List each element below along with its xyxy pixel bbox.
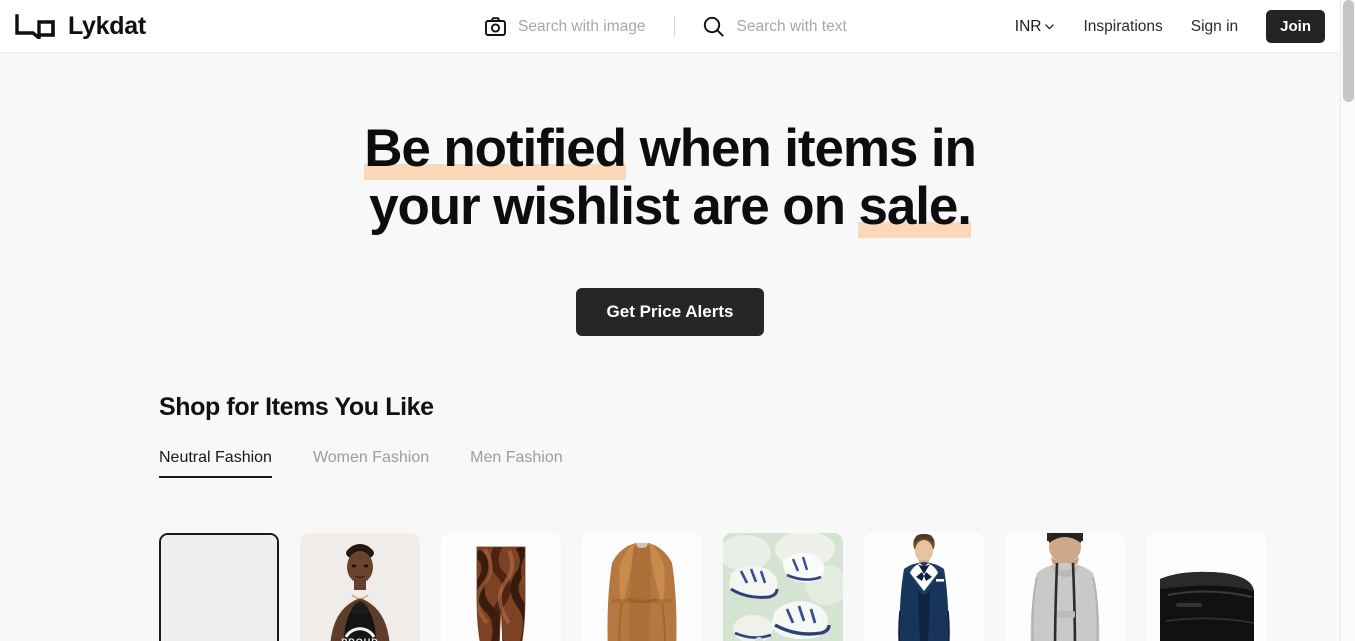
thumbnail-empty-placeholder-card[interactable]	[159, 533, 279, 641]
hero-section: Be notified when items in your wishlist …	[0, 53, 1340, 337]
thumbnail-black-bag[interactable]	[1146, 533, 1266, 641]
currency-selector[interactable]: INR	[1015, 18, 1056, 36]
camera-icon	[484, 16, 506, 38]
search-with-text-placeholder: Search with text	[736, 17, 847, 35]
thumbnail-brown-marbled-shorts[interactable]	[441, 533, 561, 641]
chevron-down-icon	[1044, 21, 1055, 32]
lykdat-bracket-logo-icon	[14, 13, 57, 39]
thumbnail-white-blue-sneakers[interactable]	[723, 533, 843, 641]
hero-title-highlight-1: Be notified	[364, 119, 627, 180]
nav-link-sign-in[interactable]: Sign in	[1191, 18, 1238, 36]
tab-neutral-fashion[interactable]: Neutral Fashion	[159, 449, 272, 479]
browser-viewport: Lykdat Search with image Search with tex…	[0, 0, 1355, 641]
hero-title-plain-2: your wishlist are on	[369, 177, 859, 237]
thumbnail-man-black-tank-top[interactable]: PROUD	[300, 533, 420, 641]
category-tabs: Neutral Fashion Women Fashion Men Fashio…	[159, 449, 1340, 479]
nav-link-inspirations[interactable]: Inspirations	[1083, 18, 1162, 36]
join-button[interactable]: Join	[1266, 10, 1325, 43]
brand-logo[interactable]: Lykdat	[14, 12, 146, 41]
site-header: Lykdat Search with image Search with tex…	[0, 0, 1340, 53]
hero-cta-wrapper: Get Price Alerts	[0, 287, 1340, 337]
tab-men-fashion[interactable]: Men Fashion	[470, 449, 563, 478]
search-with-image-placeholder: Search with image	[518, 17, 646, 35]
page-scrollbar-thumb[interactable]	[1343, 0, 1354, 102]
search-with-text-field[interactable]: Search with text	[703, 0, 847, 53]
search-divider	[673, 16, 675, 37]
hero-title-highlight-2: sale.	[858, 177, 972, 239]
page-scrollbar-track[interactable]	[1340, 0, 1355, 641]
hero-title: Be notified when items in your wishlist …	[350, 119, 990, 239]
search-icon	[703, 16, 725, 38]
thumbnail-navy-tuxedo-suit[interactable]	[864, 533, 984, 641]
shop-section: Shop for Items You Like Neutral Fashion …	[0, 393, 1340, 479]
shop-section-title: Shop for Items You Like	[159, 393, 434, 422]
brand-name: Lykdat	[68, 11, 146, 40]
page-root: Lykdat Search with image Search with tex…	[0, 0, 1340, 641]
search-cluster: Search with image Search with text	[484, 0, 847, 53]
thumbnail-camel-wool-coat[interactable]	[582, 533, 702, 641]
product-thumbnail-row: PROUD	[0, 533, 1340, 641]
hero-title-plain-1: when items in	[625, 119, 977, 178]
search-with-image-field[interactable]: Search with image	[484, 0, 646, 53]
thumbnail-grey-hoodie-sweatshirt[interactable]	[1005, 533, 1125, 641]
get-price-alerts-button[interactable]: Get Price Alerts	[575, 287, 765, 337]
header-nav: INR Inspirations Sign in Join	[1015, 0, 1325, 53]
tab-women-fashion[interactable]: Women Fashion	[313, 449, 429, 478]
svg-text:PROUD: PROUD	[341, 637, 379, 641]
currency-label: INR	[1014, 17, 1042, 35]
